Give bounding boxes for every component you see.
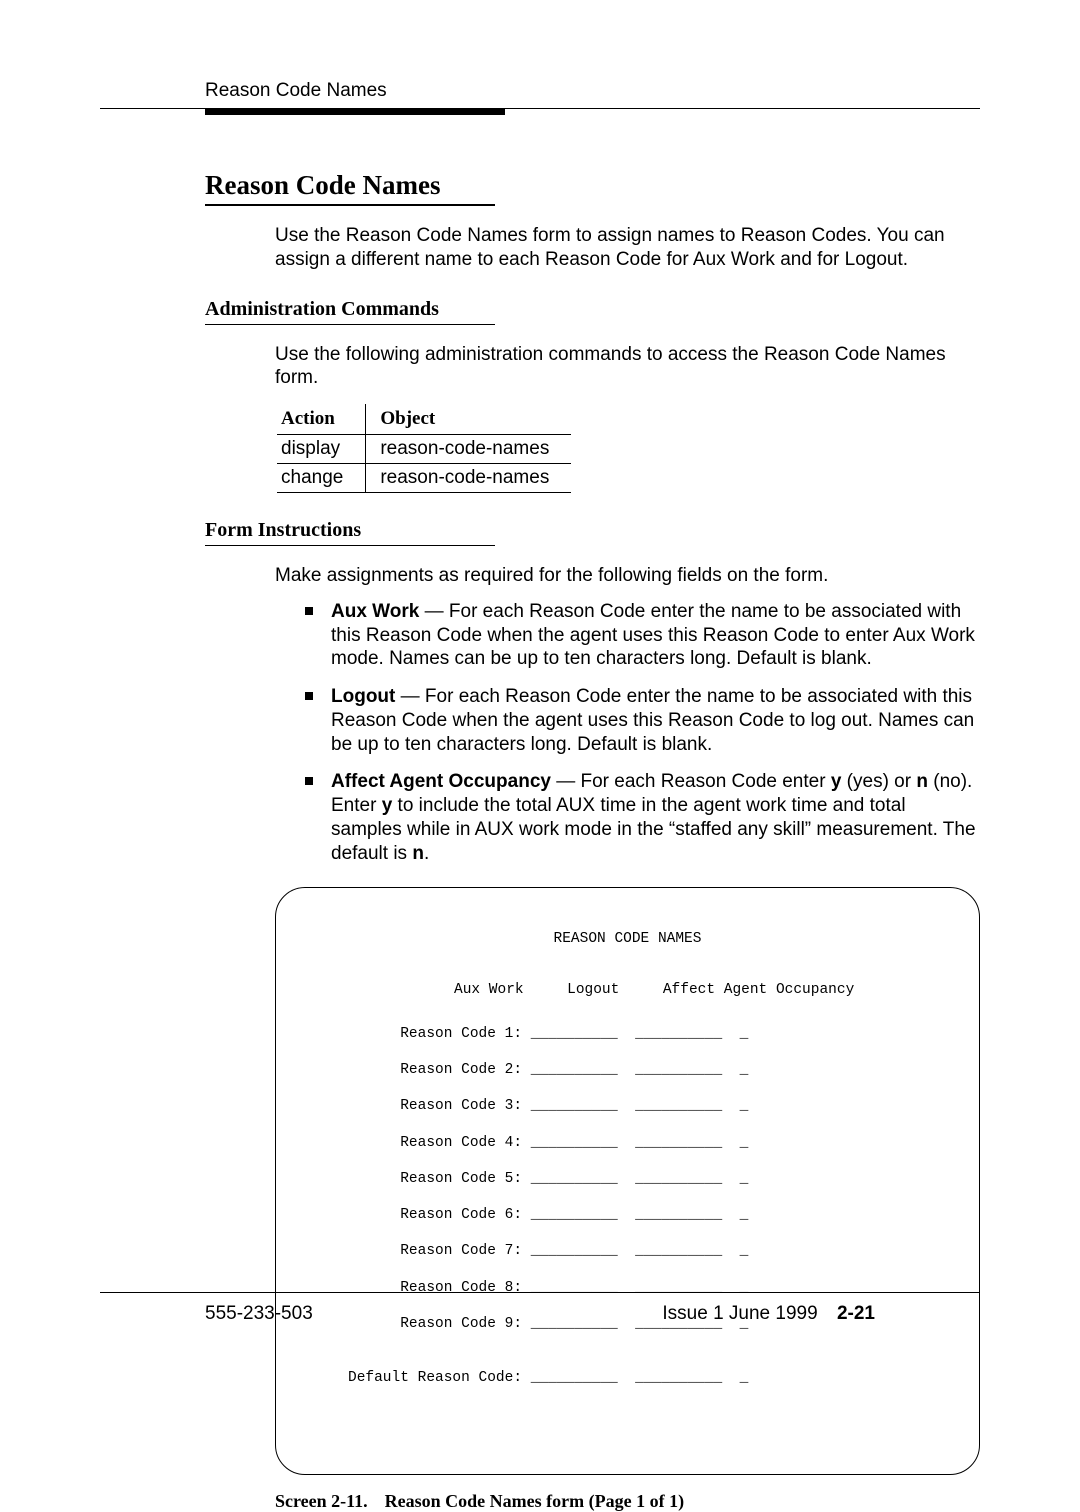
field-label: Affect Agent Occupancy (331, 771, 551, 792)
field-text: (yes) or (841, 771, 916, 792)
inline-bold: y (831, 771, 842, 792)
field-label: Logout (331, 686, 395, 707)
table-row: display reason-code-names (277, 435, 571, 464)
list-item: Aux Work — For each Reason Code enter th… (305, 600, 980, 671)
admin-intro-paragraph: Use the following administration command… (275, 343, 980, 391)
form-instructions-heading: Form Instructions (205, 519, 495, 546)
field-list: Aux Work — For each Reason Code enter th… (305, 600, 980, 866)
screen-row: Reason Code 7: __________ __________ _ (348, 1242, 951, 1260)
list-item: Affect Agent Occupancy — For each Reason… (305, 770, 980, 865)
footer-issue-date: Issue 1 June 1999 (662, 1303, 817, 1324)
inline-bold: n (916, 771, 928, 792)
footer-right: Issue 1 June 1999 2-21 (662, 1303, 875, 1325)
inline-bold: y (382, 795, 393, 816)
page: Reason Code Names Reason Code Names Use … (0, 0, 1080, 1397)
footer-page-number: 2-21 (837, 1303, 875, 1324)
field-text: . (424, 843, 429, 864)
inline-bold: n (412, 843, 424, 864)
screen-row: Reason Code 4: __________ __________ _ (348, 1134, 951, 1152)
field-text: — For each Reason Code enter the name to… (331, 686, 974, 755)
figure-caption: Screen 2-11. Reason Code Names form (Pag… (275, 1491, 980, 1512)
screen-column-headers: Aux Work Logout Affect Agent Occupancy (454, 981, 951, 999)
screen-title: REASON CODE NAMES (304, 930, 951, 948)
terminal-screen: REASON CODE NAMES Aux Work Logout Affect… (275, 887, 980, 1474)
screen-row: Reason Code 2: __________ __________ _ (348, 1061, 951, 1079)
commands-table: Action Object display reason-code-names … (277, 404, 571, 493)
running-head: Reason Code Names (205, 80, 980, 102)
footer-document-number: 555-233-503 (205, 1303, 313, 1325)
intro-paragraph: Use the Reason Code Names form to assign… (275, 224, 980, 272)
footer-rule (100, 1292, 980, 1293)
screen-row: Reason Code 3: __________ __________ _ (348, 1097, 951, 1115)
screen-row: Reason Code 6: __________ __________ _ (348, 1206, 951, 1224)
th-action: Action (277, 404, 366, 435)
cell-object: reason-code-names (366, 435, 571, 464)
screen-row: Reason Code 5: __________ __________ _ (348, 1170, 951, 1188)
form-intro-paragraph: Make assignments as required for the fol… (275, 564, 980, 588)
page-footer: 555-233-503 Issue 1 June 1999 2-21 (100, 1292, 980, 1325)
table-header-row: Action Object (277, 404, 571, 435)
top-thick-bar (205, 108, 505, 115)
cell-action: change (277, 464, 366, 493)
admin-commands-heading: Administration Commands (205, 298, 495, 325)
cell-object: reason-code-names (366, 464, 571, 493)
cell-action: display (277, 435, 366, 464)
list-item: Logout — For each Reason Code enter the … (305, 685, 980, 756)
th-object: Object (366, 404, 571, 435)
field-text: — For each Reason Code enter (551, 771, 831, 792)
table-row: change reason-code-names (277, 464, 571, 493)
caption-text: Reason Code Names form (Page 1 of 1) (385, 1491, 684, 1511)
field-label: Aux Work (331, 601, 419, 622)
screen-row: Default Reason Code: __________ ________… (348, 1369, 951, 1387)
screen-row: Reason Code 1: __________ __________ _ (348, 1025, 951, 1043)
footer-row: 555-233-503 Issue 1 June 1999 2-21 (100, 1303, 980, 1325)
caption-label: Screen 2-11. (275, 1491, 368, 1511)
section-title: Reason Code Names (205, 170, 495, 206)
field-text: — For each Reason Code enter the name to… (331, 601, 975, 670)
